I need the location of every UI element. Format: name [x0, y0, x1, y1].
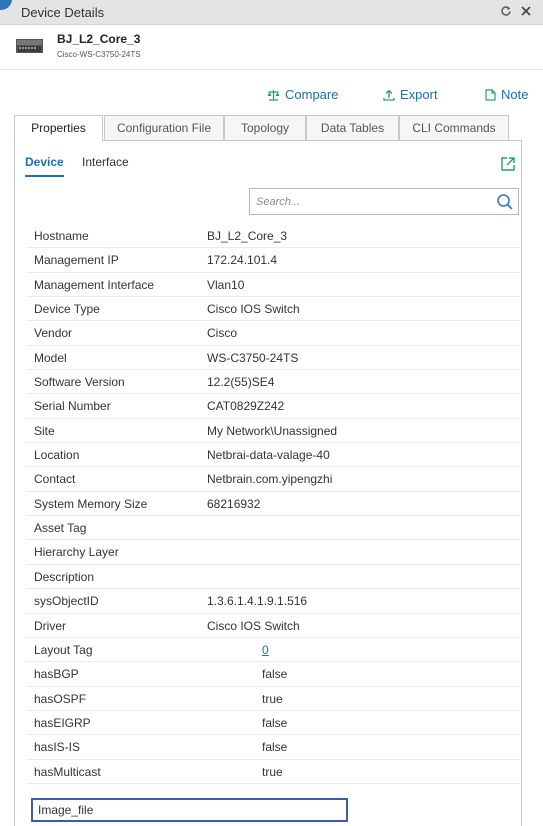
prop-key: hasBGP: [34, 667, 79, 682]
table-row: Hostname BJ_L2_Core_3: [26, 224, 520, 249]
prop-key: Model: [34, 350, 67, 365]
table-row: hasMulticast true: [26, 760, 520, 784]
prop-value: false: [262, 667, 288, 682]
table-row: Serial Number CAT0829Z242: [26, 394, 520, 419]
prop-key: Management Interface: [34, 277, 155, 292]
table-row: Site My Network\Unassigned: [26, 419, 520, 444]
prop-key: Vendor: [34, 326, 73, 341]
note-icon: [485, 88, 496, 101]
prop-value: Cisco: [207, 326, 238, 341]
table-row: hasBGP false: [26, 662, 520, 687]
image-file-label: Image_file: [38, 803, 94, 817]
table-row: Location Netbrai-data-valage-40: [26, 443, 520, 468]
prop-value: BJ_L2_Core_3: [207, 229, 288, 243]
device-name: BJ_L2_Core_3: [57, 32, 141, 46]
table-row: Model WS-C3750-24TS: [26, 346, 520, 371]
table-row: sysObjectID 1.3.6.1.4.1.9.1.516: [26, 589, 520, 614]
subtab-interface[interactable]: Interface: [82, 155, 129, 169]
prop-key: Device Type: [34, 302, 100, 317]
tab-cli-commands[interactable]: CLI Commands: [399, 115, 509, 141]
prop-value: 68216932: [207, 496, 261, 511]
table-row: System Memory Size 68216932: [26, 492, 520, 517]
search-input[interactable]: [256, 193, 486, 211]
note-label: Note: [501, 87, 529, 102]
search-icon[interactable]: [496, 193, 514, 211]
prop-value: CAT0829Z242: [207, 399, 285, 414]
scale-icon: [267, 89, 280, 101]
table-row: hasOSPF true: [26, 687, 520, 711]
popout-icon[interactable]: [500, 156, 516, 172]
app-corner-badge: [0, 0, 12, 10]
prop-key: Asset Tag: [34, 521, 87, 536]
prop-key: Layout Tag: [34, 642, 93, 657]
prop-value: 12.2(55)SE4: [207, 375, 275, 390]
table-row: Management IP 172.24.101.4: [26, 248, 520, 273]
tab-data-tables[interactable]: Data Tables: [306, 115, 399, 141]
device-model: Cisco-WS-C3750-24TS: [57, 50, 141, 59]
prop-key: System Memory Size: [34, 496, 148, 511]
prop-key: Contact: [34, 472, 76, 487]
table-row: Layout Tag 0: [26, 638, 520, 663]
table-row: Device Type Cisco IOS Switch: [26, 297, 520, 322]
prop-key: Serial Number: [34, 399, 111, 414]
prop-key: Software Version: [34, 375, 125, 390]
table-row: hasIS-IS false: [26, 735, 520, 760]
prop-key: hasEIGRP: [34, 715, 91, 730]
window-title: Device Details: [21, 5, 105, 20]
prop-key: Description: [34, 569, 95, 584]
image-file-row-highlighted[interactable]: Image_file: [31, 798, 348, 822]
table-row: Management Interface Vlan10: [26, 273, 520, 298]
prop-value: Cisco IOS Switch: [207, 618, 300, 633]
subtab-device[interactable]: Device: [25, 155, 64, 177]
device-header: BJ_L2_Core_3 Cisco-WS-C3750-24TS: [0, 25, 543, 70]
window-titlebar: Device Details: [0, 0, 543, 25]
prop-value: true: [262, 691, 283, 706]
note-button[interactable]: Note: [485, 87, 528, 102]
properties-table: Hostname BJ_L2_Core_3 Management IP 172.24…: [26, 224, 520, 784]
prop-value: My Network\Unassigned: [207, 423, 338, 438]
prop-key: Hierarchy Layer: [34, 545, 119, 560]
prop-value: WS-C3750-24TS: [207, 350, 299, 365]
tab-configuration-file[interactable]: Configuration File: [104, 115, 224, 141]
switch-device-icon: [16, 39, 43, 53]
prop-key: Driver: [34, 618, 66, 633]
prop-value: Vlan10: [207, 277, 245, 292]
table-row: Driver Cisco IOS Switch: [26, 614, 520, 638]
prop-key: hasMulticast: [34, 764, 101, 779]
prop-key: Hostname: [34, 229, 89, 243]
prop-key: hasOSPF: [34, 691, 87, 706]
prop-value: false: [262, 740, 288, 755]
upload-icon: [383, 89, 395, 101]
close-icon[interactable]: [517, 3, 535, 21]
export-button[interactable]: Export: [383, 87, 438, 102]
prop-key: Site: [34, 423, 55, 438]
export-label: Export: [400, 87, 438, 102]
prop-value: true: [262, 764, 283, 779]
tab-topology[interactable]: Topology: [224, 115, 306, 141]
prop-key: Location: [34, 448, 80, 463]
search-box: [249, 188, 519, 215]
table-row: Hierarchy Layer: [26, 540, 520, 565]
table-row: Software Version 12.2(55)SE4: [26, 370, 520, 395]
prop-key: sysObjectID: [34, 594, 99, 609]
prop-value: 1.3.6.1.4.1.9.1.516: [207, 594, 308, 609]
table-row: hasEIGRP false: [26, 711, 520, 736]
prop-value: Netbrai-data-valage-40: [207, 448, 330, 463]
refresh-icon[interactable]: [497, 3, 515, 21]
table-row: Contact Netbrain.com.yipengzhi: [26, 467, 520, 492]
table-row: Description: [26, 565, 520, 590]
layout-tag-link[interactable]: 0: [262, 643, 269, 657]
table-row: Vendor Cisco: [26, 321, 520, 346]
prop-value: Cisco IOS Switch: [207, 302, 300, 317]
compare-button[interactable]: Compare: [267, 87, 338, 102]
prop-key: hasIS-IS: [34, 740, 81, 755]
tab-properties[interactable]: Properties: [14, 115, 103, 142]
prop-value: Netbrain.com.yipengzhi: [207, 472, 333, 487]
compare-label: Compare: [285, 87, 339, 102]
prop-value: false: [262, 715, 288, 730]
table-row: Asset Tag: [26, 516, 520, 541]
prop-value: 172.24.101.4: [207, 253, 278, 268]
prop-key: Management IP: [34, 253, 119, 268]
